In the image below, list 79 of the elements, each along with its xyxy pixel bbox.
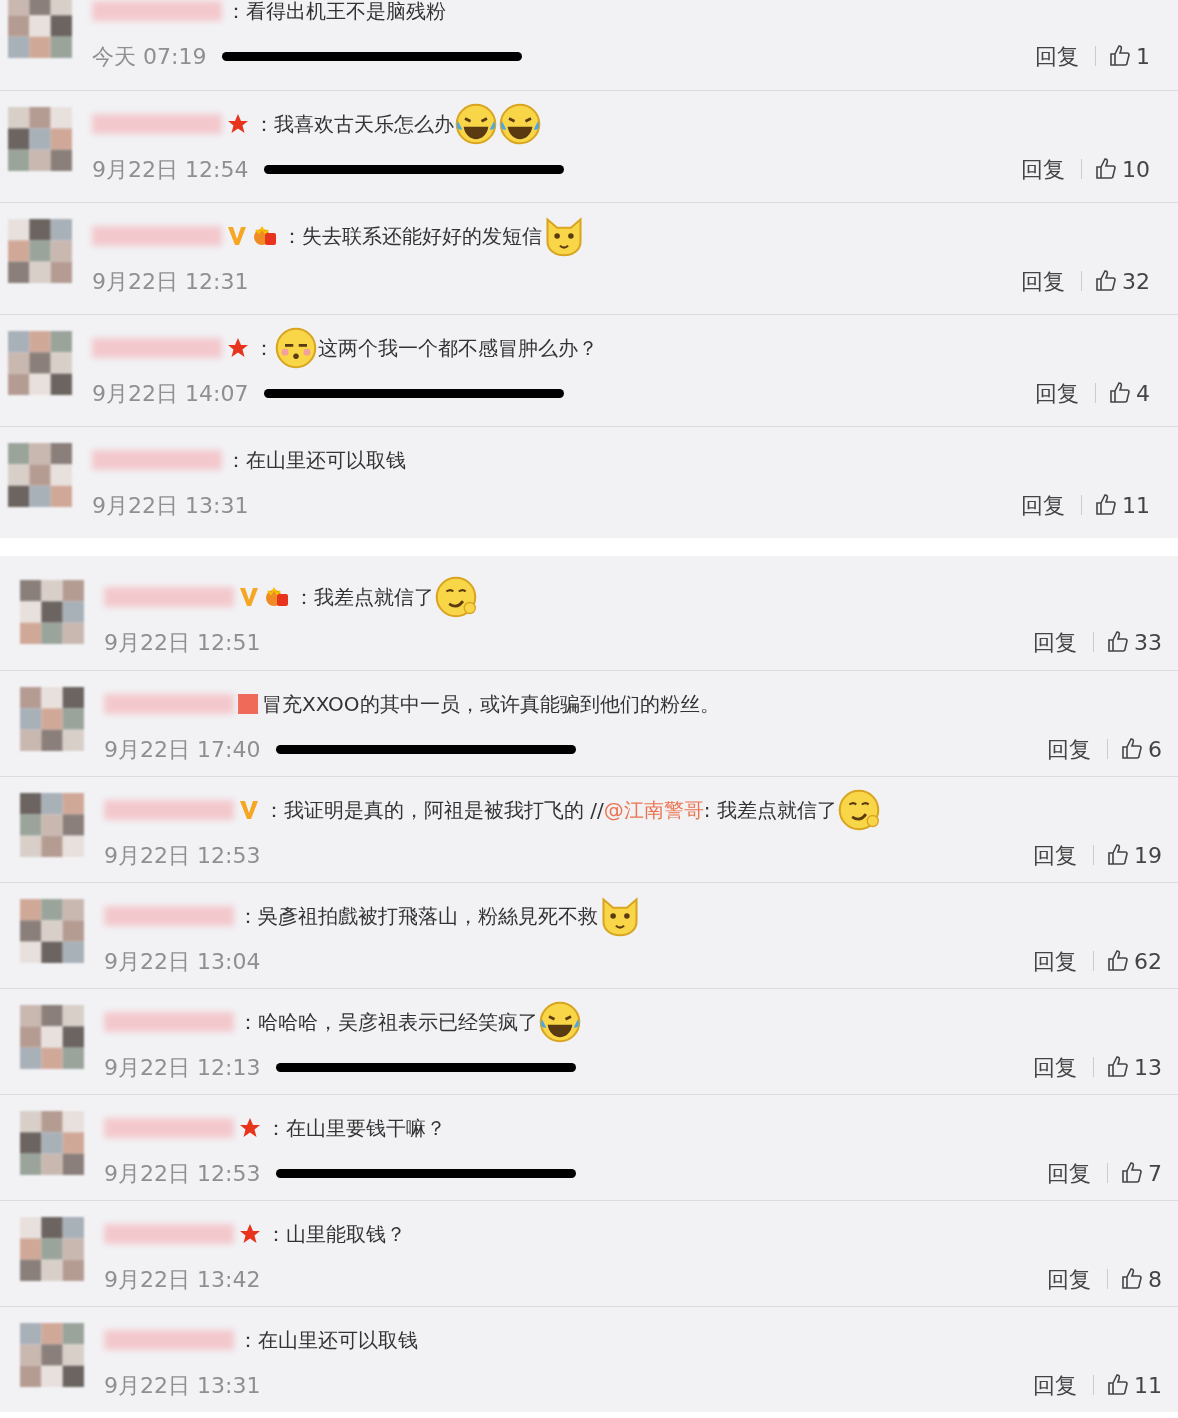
thumbs-up-icon: [1120, 1161, 1144, 1185]
square-icon: [238, 694, 258, 714]
comment-text: 冒充XXOO的其中一员，或许真能骗到他们的粉丝。: [262, 691, 720, 718]
like-button[interactable]: 19: [1102, 838, 1166, 872]
thumbs-up-icon: [1106, 1055, 1130, 1079]
comment-text: ：我喜欢古天乐怎么办: [254, 111, 454, 138]
crown-icon: [264, 585, 290, 609]
timestamp: 9月22日 12:13: [104, 1053, 261, 1082]
like-button[interactable]: 10: [1090, 152, 1154, 186]
timestamp: 9月22日 13:31: [104, 1371, 261, 1400]
laughing-emoji-icon: [454, 102, 498, 146]
timestamp: 9月22日 14:07: [92, 379, 249, 408]
verified-icon: [238, 798, 260, 822]
timestamp: 9月22日 17:40: [104, 735, 261, 764]
verified-icon: [238, 585, 260, 609]
comment-text: ：山里能取钱？: [266, 1221, 406, 1248]
like-button[interactable]: 7: [1116, 1156, 1166, 1190]
comment-text: ：: [254, 335, 274, 362]
reply-button[interactable]: 回复: [1025, 944, 1085, 978]
reply-button[interactable]: 回复: [1027, 39, 1087, 73]
comment-text: ：看得出机王不是脑残粉: [226, 0, 446, 25]
crown-icon: [252, 224, 278, 248]
thumbs-up-icon: [1108, 44, 1132, 68]
timestamp: 9月22日 12:54: [92, 155, 249, 184]
like-button[interactable]: 4: [1104, 376, 1154, 410]
like-button[interactable]: 1: [1104, 39, 1154, 73]
thumbs-up-icon: [1120, 737, 1144, 761]
comment-text: ：在山里还可以取钱: [226, 447, 406, 474]
reply-button[interactable]: 回复: [1039, 732, 1099, 766]
reply-button[interactable]: 回复: [1013, 152, 1073, 186]
like-button[interactable]: 8: [1116, 1262, 1166, 1296]
thumbs-up-icon: [1120, 1267, 1144, 1291]
reply-button[interactable]: 回复: [1027, 376, 1087, 410]
reply-button[interactable]: 回复: [1039, 1262, 1099, 1296]
laughing-emoji-icon: [538, 1000, 582, 1044]
laughing-emoji-icon: [498, 102, 542, 146]
comment-text: ：我证明是真的，阿祖是被我打飞的 //: [264, 797, 604, 824]
reply-button[interactable]: 回复: [1025, 625, 1085, 659]
comment-text: ：吳彥祖拍戲被打飛落山，粉絲見死不救: [238, 903, 598, 930]
comment-text: ：失去联系还能好好的发短信: [282, 223, 542, 250]
comment-text: ：在山里还可以取钱: [238, 1327, 418, 1354]
reply-button[interactable]: 回复: [1013, 488, 1073, 522]
reply-button[interactable]: 回复: [1025, 1050, 1085, 1084]
like-button[interactable]: 33: [1102, 625, 1166, 659]
thumbs-up-icon: [1108, 381, 1132, 405]
comment-text: 这两个我一个都不感冒肿么办？: [318, 335, 598, 362]
comment-text: : 我差点就信了: [703, 797, 837, 824]
timestamp: 9月22日 12:31: [92, 267, 249, 296]
thumbs-up-icon: [1106, 843, 1130, 867]
reply-button[interactable]: 回复: [1025, 838, 1085, 872]
timestamp: 9月22日 13:04: [104, 947, 261, 976]
comment-text: ：哈哈哈，吴彦祖表示已经笑疯了: [238, 1009, 538, 1036]
smirking-emoji-icon: [434, 575, 478, 619]
thumbs-up-icon: [1094, 493, 1118, 517]
timestamp: 9月22日 12:51: [104, 628, 261, 657]
thumbs-up-icon: [1094, 269, 1118, 293]
like-button[interactable]: 11: [1090, 488, 1154, 522]
thumbs-up-icon: [1094, 157, 1118, 181]
comment-text: ：我差点就信了: [294, 584, 434, 611]
timestamp: 今天 07:19: [92, 42, 207, 71]
like-button[interactable]: 11: [1102, 1368, 1166, 1402]
thumbs-up-icon: [1106, 630, 1130, 654]
timestamp: 9月22日 12:53: [104, 1159, 261, 1188]
shy-emoji-icon: [274, 326, 318, 370]
thumbs-up-icon: [1106, 1373, 1130, 1397]
like-button[interactable]: 13: [1102, 1050, 1166, 1084]
thumbs-up-icon: [1106, 949, 1130, 973]
like-button[interactable]: 6: [1116, 732, 1166, 766]
smirking-emoji-icon: [836, 788, 881, 832]
comment-text: ：在山里要钱干嘛？: [266, 1115, 446, 1142]
timestamp: 9月22日 12:53: [104, 841, 261, 870]
reply-button[interactable]: 回复: [1025, 1368, 1085, 1402]
timestamp: 9月22日 13:31: [92, 491, 249, 520]
verified-icon: [226, 224, 248, 248]
timestamp: 9月22日 13:42: [104, 1265, 261, 1294]
like-button[interactable]: 32: [1090, 264, 1154, 298]
like-button[interactable]: 62: [1102, 944, 1166, 978]
reply-button[interactable]: 回复: [1039, 1156, 1099, 1190]
reply-button[interactable]: 回复: [1013, 264, 1073, 298]
